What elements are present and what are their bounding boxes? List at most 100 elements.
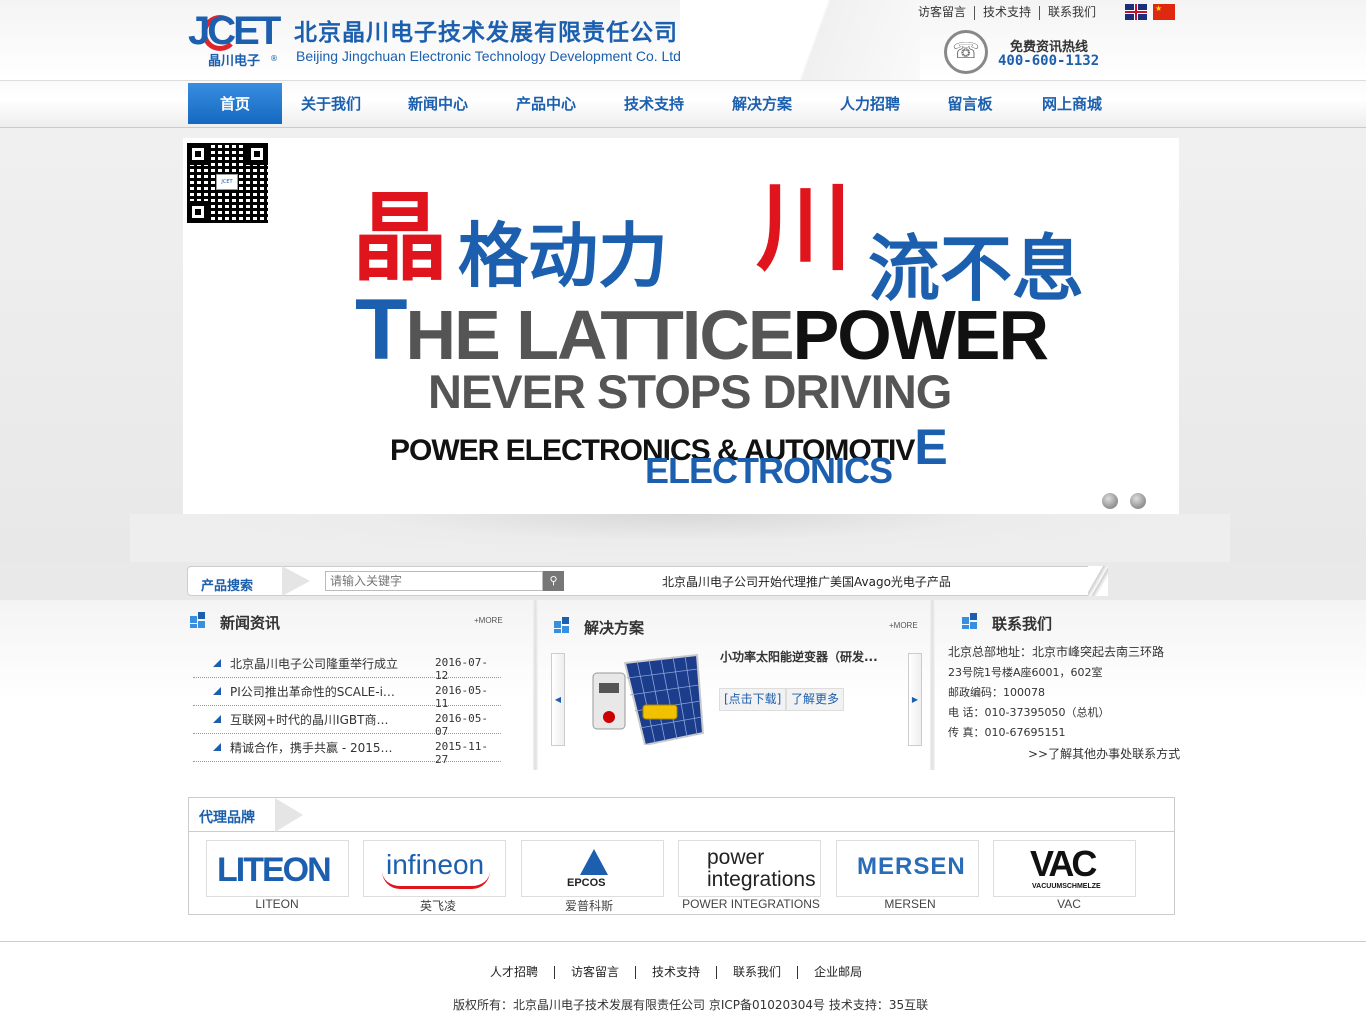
slogan-char-jing: 晶 [352, 181, 448, 294]
news-bullet-icon [213, 743, 221, 751]
nav-products[interactable]: 产品中心 [498, 83, 594, 124]
slogan-gedongli: 格动力 [458, 214, 668, 297]
footer-link-contact[interactable]: 联系我们 [733, 965, 781, 979]
slogan-line-2: NEVER STOPS DRIVING [428, 365, 952, 418]
epcos-logo-text: EPCOS [567, 877, 606, 889]
slogan-line-4: ELECTRONICS [645, 450, 893, 491]
infineon-swoosh [382, 871, 490, 889]
nav-online-shop[interactable]: 网上商城 [1024, 83, 1120, 124]
news-bullet-icon [213, 715, 221, 723]
top-link-contact[interactable]: 联系我们 [1048, 5, 1096, 19]
solutions-more-link[interactable]: +MORE [889, 621, 918, 630]
news-item: 互联网+时代的晶川IGBT商城到... 2016-05-07 [193, 706, 501, 738]
qr-logo: JCET [216, 174, 238, 190]
brand-name-power-integrations[interactable]: POWER INTEGRATIONS [676, 897, 826, 911]
liteon-logo-text: LITEON [217, 851, 332, 889]
copyright-text: 版权所有：北京晶川电子技术发展有限责任公司 京ICP备01020304号 技术支… [453, 998, 929, 1012]
company-logo[interactable]: JCET 晶川电子 ® [188, 9, 281, 69]
footer-link-guestbook[interactable]: 访客留言 [571, 965, 619, 979]
news-item-title[interactable]: 精诚合作，携手共赢 - 2015晶川... [230, 739, 400, 756]
nav-solutions[interactable]: 解决方案 [714, 83, 810, 124]
search-title: 产品搜索 [201, 579, 254, 594]
footer-link-email[interactable]: 企业邮局 [814, 965, 862, 979]
news-section-title: 新闻资讯 [220, 614, 281, 632]
solutions-section-icon [554, 617, 570, 633]
news-item-title[interactable]: 北京晶川电子公司隆重举行成立 [230, 655, 400, 672]
nav-about[interactable]: 关于我们 [282, 83, 380, 124]
slide-dot-1[interactable] [1102, 493, 1118, 509]
contact-address-line-2: 23号院1号楼A座6001，602室 [948, 666, 1103, 679]
brand-name-liteon[interactable]: LITEON [202, 897, 352, 911]
registered-mark: ® [270, 54, 278, 63]
contact-other-offices-link[interactable]: >>了解其他办事处联系方式 [1028, 745, 1180, 762]
solution-learn-more-button[interactable]: 了解更多 [786, 688, 845, 711]
news-bullet-icon [213, 659, 221, 667]
company-name-en: Beijing Jingchuan Electronic Technology … [296, 48, 681, 64]
hotline-number: 400-600-1132 [998, 53, 1100, 69]
contact-section-title: 联系我们 [992, 615, 1053, 633]
search-icon[interactable]: ⚲ [543, 571, 564, 591]
brands-header [188, 797, 1175, 832]
news-ticker[interactable]: 北京晶川电子公司开始代理推广美国Avago光电子产品 [662, 573, 951, 590]
search-title-arrow [282, 566, 310, 596]
news-item-date: 2015-11-27 [435, 740, 488, 766]
footer-links: 人才招聘 访客留言 技术支持 联系我们 企业邮局 [490, 963, 862, 980]
news-item: PI公司推出革命性的SCALE-iDri 2016-05-11 [193, 678, 501, 710]
nav-recruitment[interactable]: 人力招聘 [822, 83, 918, 124]
footer-link-support[interactable]: 技术支持 [652, 965, 700, 979]
brand-name-mersen[interactable]: MERSEN [835, 897, 985, 911]
news-bullet-icon [213, 687, 221, 695]
separator [554, 966, 556, 979]
solution-download-button[interactable]: [点击下载] [719, 688, 787, 711]
top-link-support[interactable]: 技术支持 [983, 5, 1031, 19]
power-integrations-logo-text: power integrations [707, 846, 816, 891]
brand-name-infineon[interactable]: 英飞凌 [363, 897, 513, 914]
brands-title: 代理品牌 [199, 810, 255, 826]
brand-logo-mersen[interactable]: MERSEN [836, 840, 979, 897]
news-item: 精诚合作，携手共赢 - 2015晶川... 2015-11-27 [193, 734, 501, 766]
brand-logo-power-integrations[interactable]: power integrations [678, 840, 821, 897]
news-item-title[interactable]: 互联网+时代的晶川IGBT商城到... [230, 711, 400, 728]
contact-section-icon [962, 613, 978, 629]
slide-dot-2[interactable] [1130, 493, 1146, 509]
solutions-next-button[interactable]: ▶ [908, 653, 922, 746]
news-item-title[interactable]: PI公司推出革命性的SCALE-iDri [230, 683, 400, 700]
search-input[interactable] [325, 571, 543, 591]
solution-item-title[interactable]: 小功率太阳能逆变器（研发... [720, 648, 905, 665]
solutions-section-title: 解决方案 [584, 619, 645, 637]
solar-inverter-image[interactable] [585, 653, 705, 745]
separator [1039, 5, 1041, 20]
separator [635, 966, 637, 979]
news-more-link[interactable]: +MORE [474, 616, 503, 625]
qr-corner [187, 201, 209, 223]
brand-name-vac[interactable]: VAC [994, 897, 1144, 911]
slogan-line-1: THE LATTICEPOWER [355, 282, 1049, 378]
nav-home[interactable]: 首页 [188, 83, 282, 124]
brand-logo-epcos[interactable]: EPCOS [521, 840, 664, 897]
vac-logo-subtext: VACUUMSCHMELZE [1032, 883, 1101, 890]
banner-shadow [130, 514, 1230, 562]
nav-tech-support[interactable]: 技术支持 [606, 83, 702, 124]
top-link-guestbook[interactable]: 访客留言 [918, 5, 966, 19]
nav-message-board[interactable]: 留言板 [930, 83, 1010, 124]
footer-link-recruitment[interactable]: 人才招聘 [490, 965, 538, 979]
brand-logo-liteon[interactable]: LITEON [206, 840, 349, 897]
news-item: 北京晶川电子公司隆重举行成立 2016-07-12 [193, 650, 501, 682]
separator [797, 966, 799, 979]
brand-name-epcos[interactable]: 爱普科斯 [514, 897, 664, 914]
brand-logo-infineon[interactable]: infineon [363, 840, 506, 897]
news-section-icon [190, 612, 206, 628]
english-flag-icon[interactable] [1125, 4, 1147, 20]
logo-text: JCET [188, 9, 281, 53]
search-bar-end-decoration [1088, 566, 1108, 596]
china-flag-icon[interactable]: ★ [1153, 4, 1175, 20]
main-nav: 首页 关于我们 新闻中心 产品中心 技术支持 解决方案 人力招聘 留言板 网上商… [0, 80, 1366, 128]
vac-logo-text: VAC [1030, 843, 1097, 884]
qr-corner [187, 143, 209, 165]
footer-divider [0, 941, 1366, 942]
solutions-prev-button[interactable]: ◀ [551, 653, 565, 746]
nav-news[interactable]: 新闻中心 [390, 83, 486, 124]
slogan-char-chuan: 川 [756, 171, 852, 284]
company-name-cn: 北京晶川电子技术发展有限责任公司 [294, 20, 678, 46]
brand-logo-vac[interactable]: VAC VACUUMSCHMELZE [993, 840, 1136, 897]
